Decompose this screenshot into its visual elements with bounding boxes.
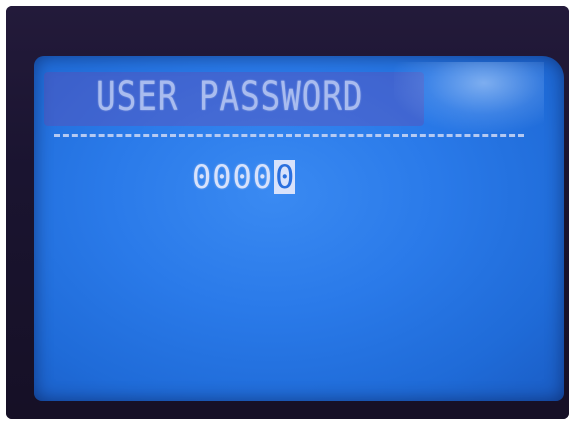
password-entry-field[interactable]: 0000 0 bbox=[192, 158, 296, 196]
screen-title: USER PASSWORD bbox=[96, 74, 364, 120]
title-separator bbox=[54, 134, 524, 137]
lcd-display: USER PASSWORD 0000 0 bbox=[34, 56, 564, 401]
password-cursor-digit[interactable]: 0 bbox=[274, 160, 296, 194]
password-entered-digits: 0000 bbox=[192, 158, 274, 196]
device-photo: USER PASSWORD 0000 0 bbox=[6, 6, 569, 419]
